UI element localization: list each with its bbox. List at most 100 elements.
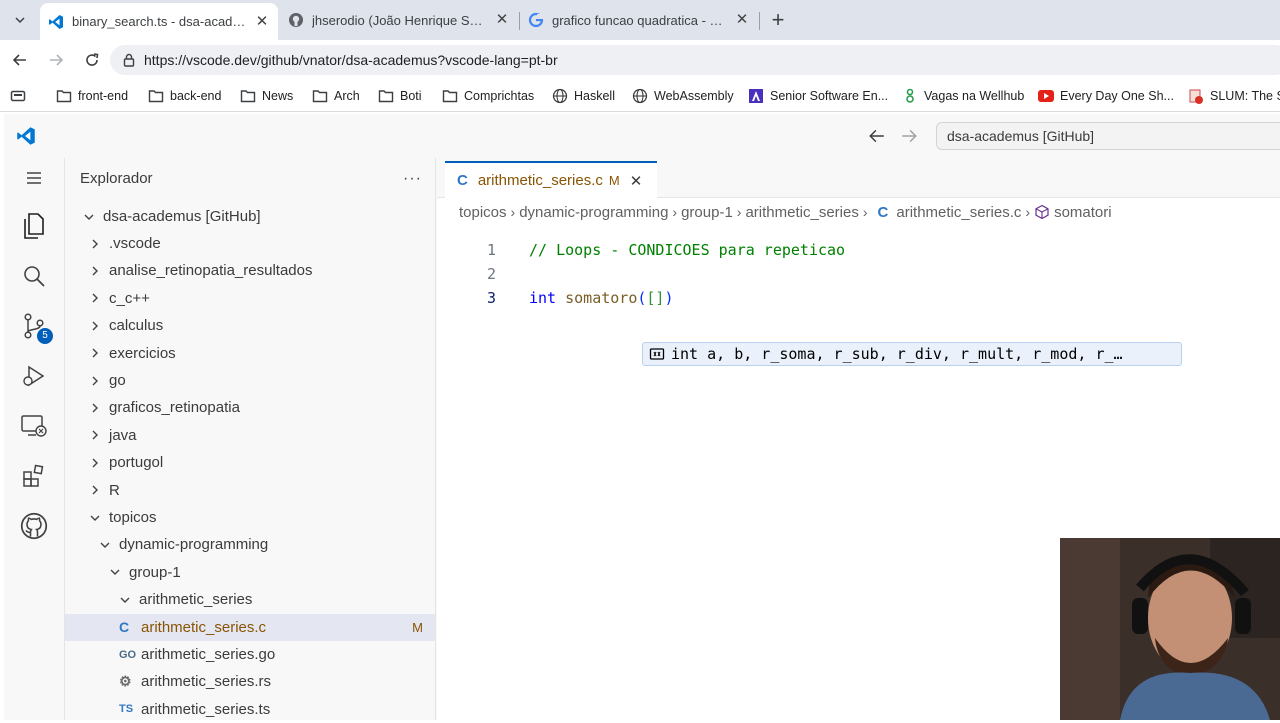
tree-file-arithmetic-series-ts[interactable]: TS arithmetic_series.ts bbox=[65, 696, 435, 723]
close-tab-icon[interactable]: ✕ bbox=[254, 13, 270, 30]
new-tab-button[interactable]: + bbox=[766, 7, 790, 32]
chevron-down-icon bbox=[81, 209, 97, 225]
code-text: int somatoro([]) bbox=[529, 289, 674, 307]
tree-folder-group-1[interactable]: group-1 bbox=[65, 559, 435, 586]
tab-title: grafico funcao quadratica - Pesqu bbox=[552, 12, 728, 28]
bookmark-wellhub[interactable]: Vagas na Wellhub bbox=[902, 85, 1024, 107]
tree-folder-dynamic-programming[interactable]: dynamic-programming bbox=[65, 531, 435, 558]
tree-folder-graficos-retinopatia[interactable]: graficos_retinopatia bbox=[65, 394, 435, 421]
tree-folder-go[interactable]: go bbox=[65, 367, 435, 394]
forward-arrow-icon[interactable] bbox=[44, 48, 68, 72]
browser-tab-github[interactable]: jhserodio (João Henrique Serodio) ✕ bbox=[280, 4, 518, 36]
bookmark-front-end[interactable]: front-end bbox=[56, 85, 128, 107]
tree-item-label: arithmetic_series.rs bbox=[141, 673, 272, 691]
run-debug-icon[interactable] bbox=[14, 356, 54, 396]
tree-folder-portugol[interactable]: portugol bbox=[65, 449, 435, 476]
c-file-icon: C bbox=[877, 203, 889, 221]
breadcrumb-item[interactable]: topicos bbox=[459, 204, 507, 221]
bookmarks-menu-icon[interactable] bbox=[10, 85, 32, 107]
extensions-icon[interactable] bbox=[14, 456, 54, 496]
tree-folder-analise-retinopatia-resultados[interactable]: analise_retinopatia_resultados bbox=[65, 257, 435, 284]
bookmark-haskell[interactable]: Haskell bbox=[552, 85, 615, 107]
go-file-icon: GO bbox=[119, 648, 137, 661]
forward-arrow-icon[interactable] bbox=[900, 127, 918, 150]
bookmark-every-day-one[interactable]: Every Day One Sh... bbox=[1038, 85, 1174, 107]
browser-tab-bar: binary_search.ts - dsa-academus [Gi ✕ jh… bbox=[0, 0, 1280, 40]
tree-folder-c-c-[interactable]: c_c++ bbox=[65, 285, 435, 312]
tree-item-label: java bbox=[109, 426, 137, 444]
code-line[interactable]: 1 // Loops - CONDICOES para repeticao bbox=[437, 238, 1280, 262]
tree-file-arithmetic-series-c[interactable]: Carithmetic_series.c M bbox=[65, 613, 435, 641]
tree-root-folder[interactable]: dsa-academus [GitHub] bbox=[65, 203, 435, 230]
close-tab-icon[interactable]: ✕ bbox=[734, 12, 750, 28]
breadcrumb-item[interactable]: arithmetic_series bbox=[745, 204, 858, 221]
line-number: 2 bbox=[486, 265, 496, 283]
chevron-right-icon bbox=[87, 400, 103, 416]
bookmark-senior-software[interactable]: Senior Software En... bbox=[748, 85, 888, 107]
tree-item-label: .vscode bbox=[109, 235, 161, 252]
breadcrumb-item[interactable]: group-1 bbox=[681, 204, 733, 221]
command-center-label: dsa-academus [GitHub] bbox=[947, 128, 1095, 144]
tree-folder-calculus[interactable]: calculus bbox=[65, 312, 435, 339]
folder-icon bbox=[442, 88, 458, 104]
tree-folder-topicos[interactable]: topicos bbox=[65, 504, 435, 531]
bookmark-comprichtas[interactable]: Comprichtas bbox=[442, 85, 534, 107]
tab-title: jhserodio (João Henrique Serodio) bbox=[312, 12, 488, 28]
explorer-files-icon[interactable] bbox=[14, 206, 54, 246]
site-info-icon[interactable] bbox=[122, 53, 136, 67]
url-field[interactable]: https://vscode.dev/github/vnator/dsa-aca… bbox=[110, 45, 1280, 75]
editor-tab-arithmetic-series-c[interactable]: C arithmetic_series.c M ✕ bbox=[445, 161, 657, 198]
code-line[interactable]: 3 int somatoro([]) bbox=[437, 286, 1280, 310]
github-icon bbox=[288, 12, 304, 28]
chevron-down-icon bbox=[87, 510, 103, 526]
back-arrow-icon[interactable] bbox=[868, 127, 886, 150]
tree-item-label: arithmetic_series.c bbox=[141, 618, 267, 636]
browser-tab-vscode[interactable]: binary_search.ts - dsa-academus [Gi ✕ bbox=[40, 3, 278, 40]
remote-explorer-icon[interactable] bbox=[14, 406, 54, 446]
breadcrumb-item[interactable]: arithmetic_series.c bbox=[896, 204, 1021, 221]
tree-folder-java[interactable]: java bbox=[65, 422, 435, 449]
command-center[interactable]: dsa-academus [GitHub] bbox=[936, 122, 1280, 150]
tree-folder-arithmetic-series[interactable]: arithmetic_series bbox=[65, 586, 435, 613]
back-arrow-icon[interactable] bbox=[8, 48, 32, 72]
tree-file-arithmetic-series-rs[interactable]: ⚙ arithmetic_series.rs bbox=[65, 668, 435, 695]
suggestion-popup[interactable]: int a, b, r_soma, r_sub, r_div, r_mult, … bbox=[642, 342, 1182, 366]
tree-folder-exercicios[interactable]: exercicios bbox=[65, 340, 435, 367]
breadcrumb-item[interactable]: somatori bbox=[1054, 204, 1112, 221]
close-tab-icon[interactable]: ✕ bbox=[630, 172, 643, 190]
bookmark-news[interactable]: News bbox=[240, 85, 293, 107]
chevron-right-icon bbox=[87, 482, 103, 498]
suggestion-text: int a, b, r_soma, r_sub, r_div, r_mult, … bbox=[671, 345, 1123, 363]
close-tab-icon[interactable]: ✕ bbox=[494, 12, 510, 28]
editor-tabs: C arithmetic_series.c M ✕ bbox=[437, 158, 1280, 198]
tree-item-label: exercicios bbox=[109, 344, 176, 362]
bookmark-boti[interactable]: Boti bbox=[378, 85, 422, 107]
tree-folder--vscode[interactable]: .vscode bbox=[65, 230, 435, 257]
c-file-icon: C bbox=[119, 619, 130, 636]
reload-icon[interactable] bbox=[80, 48, 104, 72]
tab-list-chevron-icon[interactable] bbox=[8, 8, 32, 32]
browser-tab-google[interactable]: grafico funcao quadratica - Pesqu ✕ bbox=[520, 4, 758, 36]
tree-item-label: arithmetic_series bbox=[139, 591, 253, 609]
bookmark-back-end[interactable]: back-end bbox=[148, 85, 221, 107]
github-icon[interactable] bbox=[14, 506, 54, 546]
tree-file-arithmetic-series-go[interactable]: GO arithmetic_series.go bbox=[65, 641, 435, 668]
menu-hamburger-icon[interactable] bbox=[14, 158, 54, 198]
code-line[interactable]: 2 bbox=[437, 262, 1280, 286]
chevron-down-icon bbox=[117, 592, 133, 608]
vscode-logo-icon[interactable] bbox=[16, 126, 36, 151]
more-actions-icon[interactable]: ··· bbox=[403, 170, 422, 188]
bookmark-webassembly[interactable]: WebAssembly bbox=[632, 85, 734, 107]
bookmark-arch[interactable]: Arch bbox=[312, 85, 360, 107]
source-control-icon[interactable]: 5 bbox=[14, 306, 54, 346]
chevron-down-icon bbox=[97, 537, 113, 553]
bookmark-slum[interactable]: SLUM: The Sh bbox=[1188, 85, 1280, 107]
url-text: https://vscode.dev/github/vnator/dsa-aca… bbox=[144, 52, 558, 68]
folder-icon bbox=[148, 88, 164, 104]
search-icon[interactable] bbox=[14, 256, 54, 296]
tree-folder-r[interactable]: R bbox=[65, 477, 435, 504]
chevron-right-icon bbox=[87, 263, 103, 279]
breadcrumb-separator-icon: › bbox=[510, 204, 516, 220]
breadcrumb-item[interactable]: dynamic-programming bbox=[519, 204, 668, 221]
activity-bar: 5 bbox=[4, 158, 64, 720]
